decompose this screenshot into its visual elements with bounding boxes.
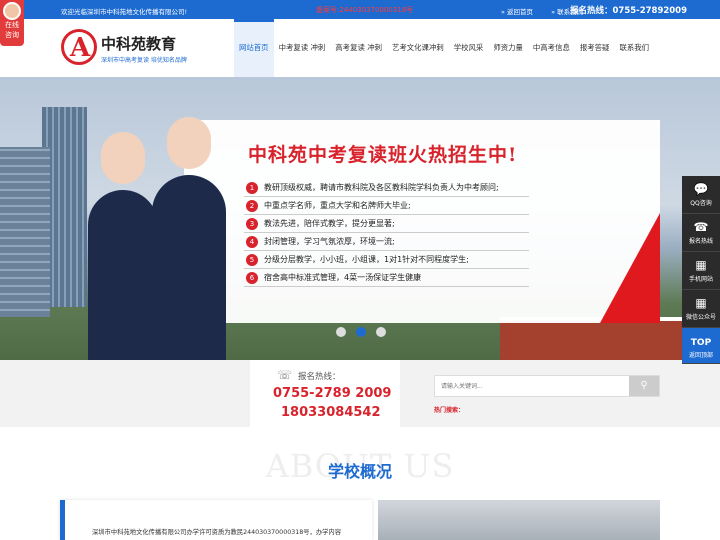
about-image: [378, 500, 660, 540]
top-hotline: 报名热线：0755-27892009: [570, 6, 688, 16]
student-figure: [152, 109, 226, 360]
header: A 中科苑教育 深圳市中高考复读 培优知名品牌 网站首页 中考复读 冲刺 高考复…: [0, 19, 720, 77]
slider-dots: [336, 327, 396, 337]
side-toolbar: 💬 QQ咨询 ☎ 报名热线 ▦ 手机网站 ▦ 微信公众号 TOP 返回顶部: [682, 176, 720, 364]
home-link[interactable]: » 返回首页: [501, 8, 541, 16]
list-item: 5 分级分层教学，小小班，小组课，1对1针对不同程度学生;: [244, 251, 529, 269]
list-item: 3 教法先进，陪伴式教学，提分更显著;: [244, 215, 529, 233]
back-to-top-button[interactable]: TOP 返回顶部: [682, 328, 720, 364]
top-bar: 欢迎光临深圳市中科苑地文化传播有限公司! 备案号:244030370000318…: [0, 0, 720, 19]
slide-dot-active[interactable]: [356, 327, 366, 337]
site-logo[interactable]: A 中科苑教育 深圳市中高考复读 培优知名品牌: [61, 29, 196, 69]
qr-code-icon: ▦: [695, 296, 707, 310]
mobile-site-button[interactable]: ▦ 手机网站: [682, 252, 720, 290]
about-text: 深圳市中科苑地文化传播有限公司办学许可资质为教民244030370000318号…: [60, 500, 372, 540]
nav-gaokao[interactable]: 高考复读 冲刺: [330, 19, 387, 77]
nav-faq[interactable]: 报考答疑: [575, 19, 615, 77]
building-image-2: [0, 147, 50, 317]
hotline-button[interactable]: ☎ 报名热线: [682, 214, 720, 252]
qr-code-icon: ▦: [695, 258, 707, 272]
welcome-text: 欢迎光临深圳市中科苑地文化传播有限公司!: [61, 8, 188, 16]
record-number: 备案号:244030370000318号: [316, 6, 414, 14]
logo-name: 中科苑教育: [101, 35, 177, 53]
phone-icon: ☎: [693, 220, 709, 234]
hot-search-label: 热门搜索：: [434, 407, 465, 414]
nav-campus[interactable]: 学校风采: [449, 19, 489, 77]
slide-dot[interactable]: [376, 327, 386, 337]
list-item: 4 封闭管理，学习气氛浓厚，环境一流;: [244, 233, 529, 251]
banner-title: 中科苑中考复读班火热招生中!: [248, 144, 518, 166]
qq-consult-button[interactable]: 💬 QQ咨询: [682, 176, 720, 214]
hotline-label: 报名热线：: [298, 372, 341, 382]
student-figure: [88, 124, 158, 360]
banner-info-panel: 中科苑中考复读班火热招生中! 1 教研顶级权威，聘请市教科院及各区教科院学科负责人…: [184, 120, 660, 323]
avatar: [3, 2, 21, 20]
hotline-phone-1: 0755-2789 2009: [273, 386, 392, 401]
hotline-box: ☏ 报名热线： 0755-2789 2009 18033084542: [250, 360, 400, 427]
online-consult-tab[interactable]: 在线 咨询: [0, 0, 24, 46]
nav-contact[interactable]: 联系我们: [614, 19, 654, 77]
search-icon: ⚲: [640, 380, 648, 391]
nav-zhongkao[interactable]: 中考复读 冲刺: [274, 19, 331, 77]
search-box: ⚲: [434, 375, 660, 397]
main-nav: 网站首页 中考复读 冲刺 高考复读 冲刺 艺考文化课冲刺 学校风采 师资力量 中…: [234, 19, 654, 77]
red-triangle-decoration: [600, 213, 660, 323]
students-photo: [70, 109, 240, 360]
nav-exam-info[interactable]: 中高考信息: [528, 19, 575, 77]
list-item: 6 宿舍高中标准式管理，4菜一汤保证学生健康: [244, 269, 529, 287]
phone-icon: ☏: [277, 368, 293, 382]
list-item: 2 中重点学名师，重点大学和名牌师大毕业;: [244, 197, 529, 215]
hotline-phone-2: 18033084542: [281, 405, 381, 420]
wechat-button[interactable]: ▦ 微信公众号: [682, 290, 720, 328]
banner-points: 1 教研顶级权威，聘请市教科院及各区教科院学科负责人为中考顾问; 2 中重点学名师，…: [244, 179, 529, 287]
search-button[interactable]: ⚲: [629, 376, 659, 396]
nav-home[interactable]: 网站首页: [234, 19, 274, 77]
search-input[interactable]: [435, 376, 631, 396]
logo-mark-icon: A: [61, 29, 97, 65]
nav-art-exam[interactable]: 艺考文化课冲刺: [387, 19, 449, 77]
qq-icon: 💬: [693, 182, 709, 196]
slide-dot[interactable]: [336, 327, 346, 337]
about-heading: 学校概况: [327, 462, 392, 481]
list-item: 1 教研顶级权威，聘请市教科院及各区教科院学科负责人为中考顾问;: [244, 179, 529, 197]
logo-slogan: 深圳市中高考复读 培优知名品牌: [101, 57, 187, 64]
top-arrow-icon: TOP: [690, 338, 712, 348]
nav-teachers[interactable]: 师资力量: [488, 19, 528, 77]
hero-banner[interactable]: 中科苑中考复读班火热招生中! 1 教研顶级权威，聘请市教科院及各区教科院学科负责人…: [0, 77, 720, 360]
